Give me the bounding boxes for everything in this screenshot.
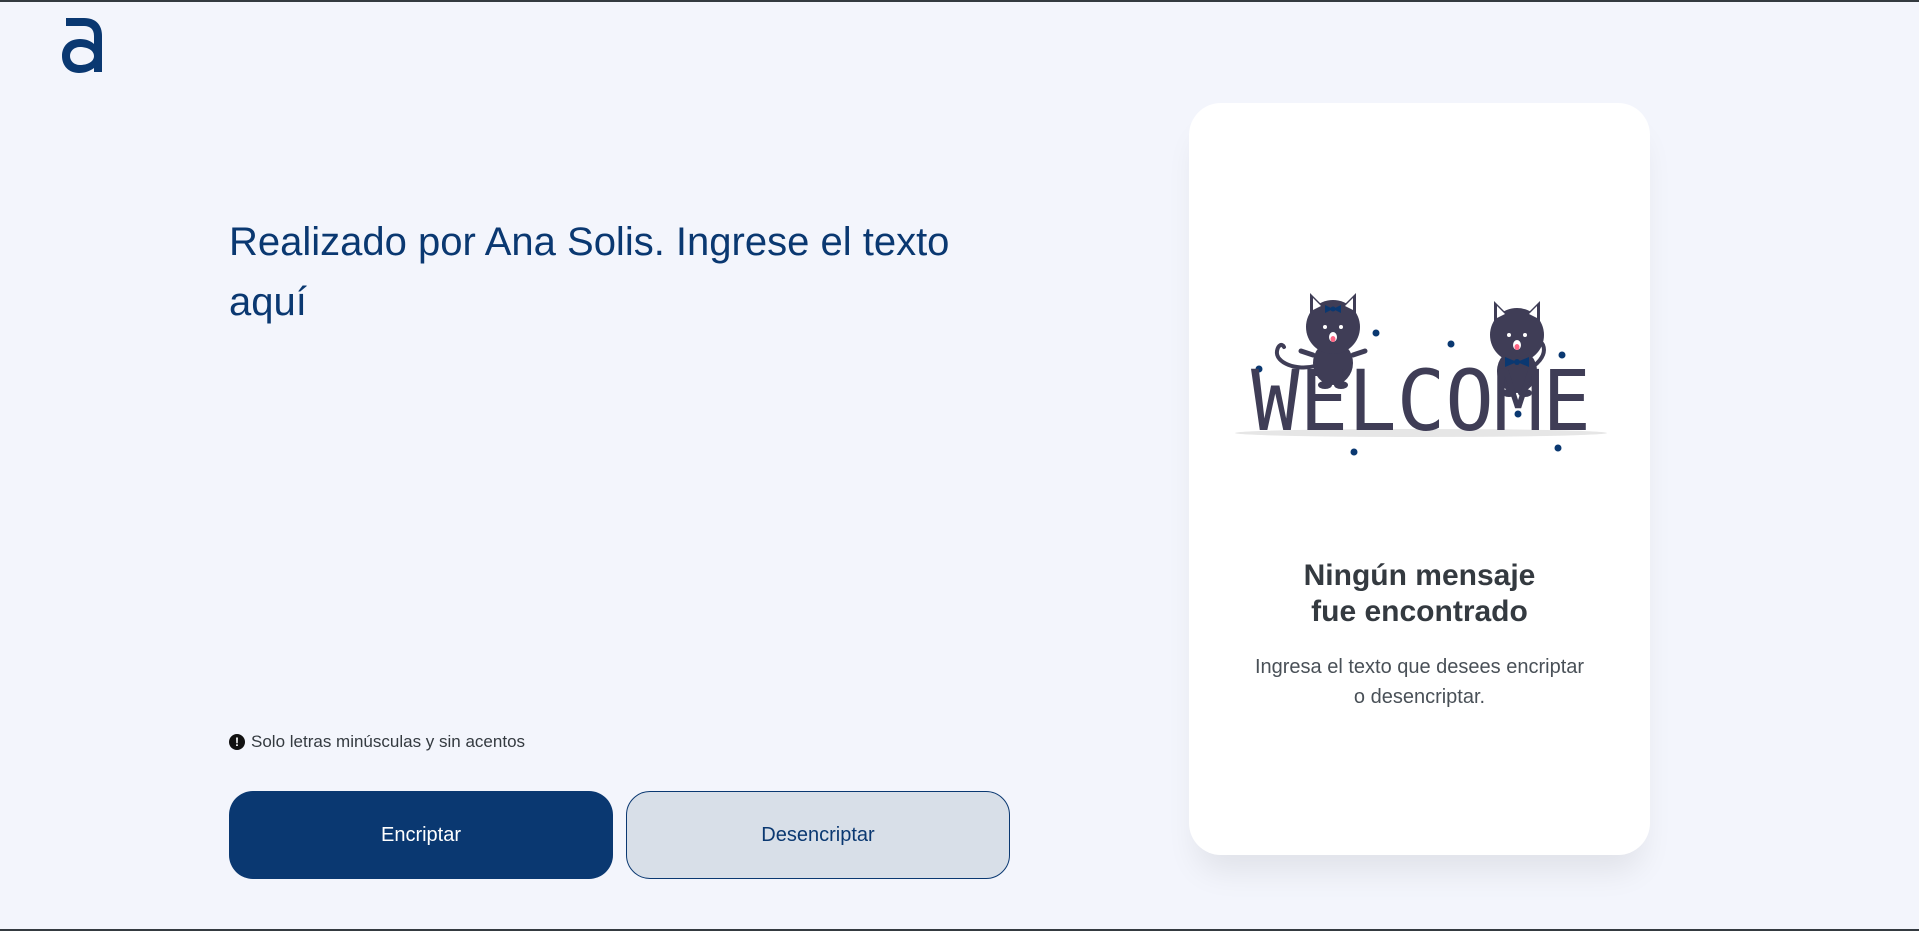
empty-state-title: Ningún mensaje fue encontrado [1303,559,1536,628]
encrypt-button[interactable]: Encriptar [229,791,613,879]
welcome-illustration-text: WELCOME [1251,352,1591,450]
message-input[interactable] [229,212,1019,692]
alura-a-logo-icon [62,18,102,73]
input-hint: ! Solo letras minúsculas y sin acentos [229,732,525,752]
decrypt-button[interactable]: Desencriptar [626,791,1010,879]
exclamation-circle-icon: ! [229,734,245,750]
welcome-cats-illustration: WELCOME [1235,293,1607,456]
hint-text: Solo letras minúsculas y sin acentos [251,732,526,751]
empty-state-text: Ingresa el texto que desees encriptar o … [1254,656,1585,708]
output-panel: WELCOME Ningún mensaje fue encontrado In… [1189,103,1650,855]
